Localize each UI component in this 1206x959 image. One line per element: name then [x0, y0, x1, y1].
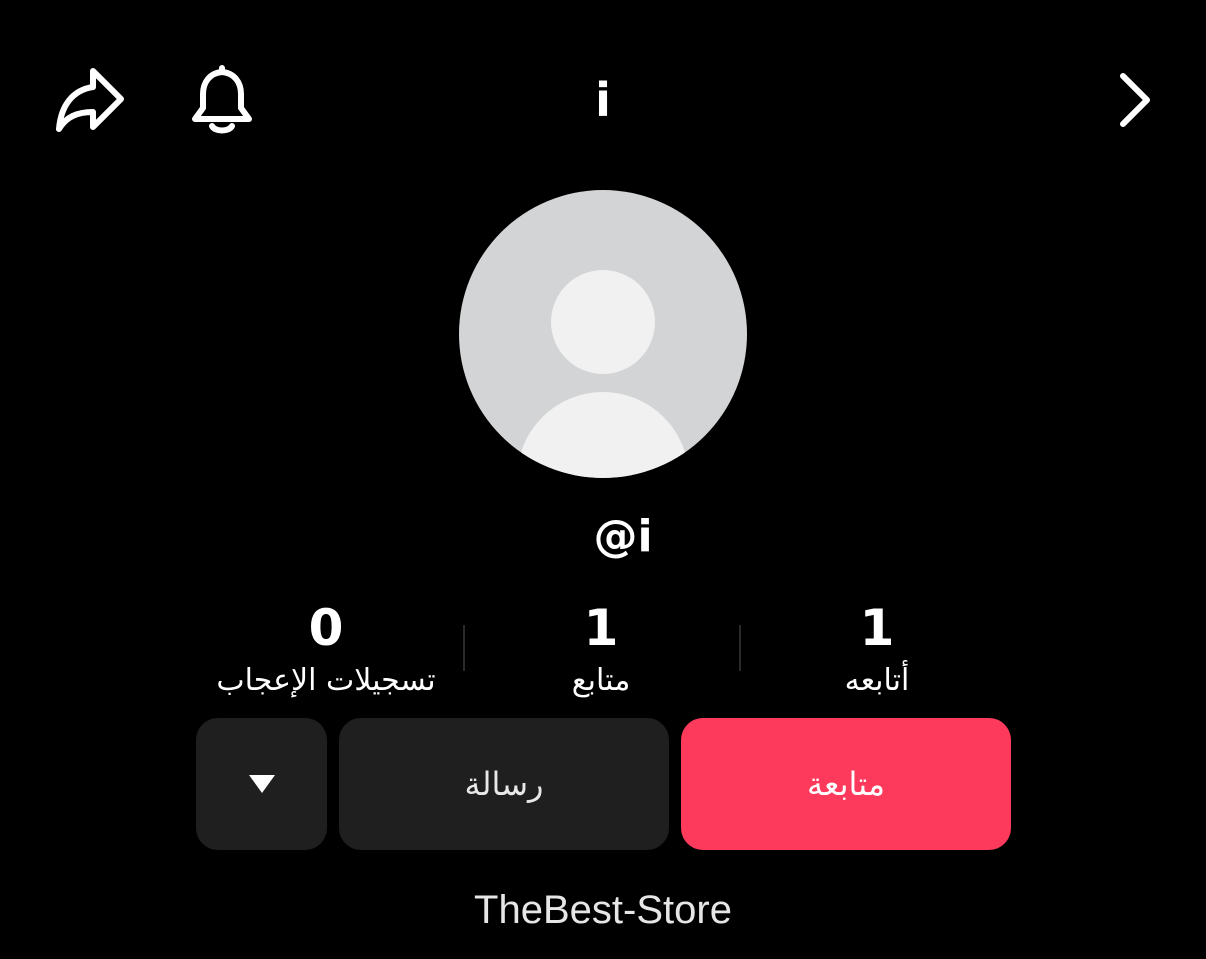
bell-icon [192, 65, 252, 134]
following-count: 1 [859, 599, 895, 657]
chevron-right-icon [1120, 73, 1150, 127]
likes-count: 0 [308, 599, 344, 657]
profile-avatar[interactable] [459, 190, 747, 478]
profile-bio: TheBest-Store [474, 888, 732, 932]
avatar-body-shape [517, 392, 689, 478]
share-button[interactable] [50, 62, 130, 138]
more-options-button[interactable] [196, 718, 327, 850]
message-button[interactable]: رسالة [339, 718, 669, 850]
notification-bell-button[interactable] [186, 62, 258, 138]
profile-handle: @i [593, 511, 653, 562]
caret-down-icon [248, 775, 275, 793]
stat-divider [463, 625, 465, 671]
followers-label: متابع [571, 663, 631, 698]
header-title: i [595, 73, 611, 127]
likes-stat[interactable]: 0 تسجيلات الإعجاب [196, 598, 456, 702]
forward-button[interactable] [1100, 62, 1170, 138]
likes-label: تسجيلات الإعجاب [216, 663, 436, 698]
followers-stat[interactable]: 1 متابع [471, 598, 731, 702]
followers-count: 1 [583, 599, 619, 657]
following-label: أتابعه [844, 663, 910, 698]
follow-button[interactable]: متابعة [681, 718, 1011, 850]
stat-divider [739, 625, 741, 671]
default-avatar-icon [551, 270, 655, 374]
following-stat[interactable]: 1 أتابعه [747, 598, 1007, 702]
share-arrow-icon [56, 68, 124, 132]
top-bar: i [0, 0, 1206, 200]
